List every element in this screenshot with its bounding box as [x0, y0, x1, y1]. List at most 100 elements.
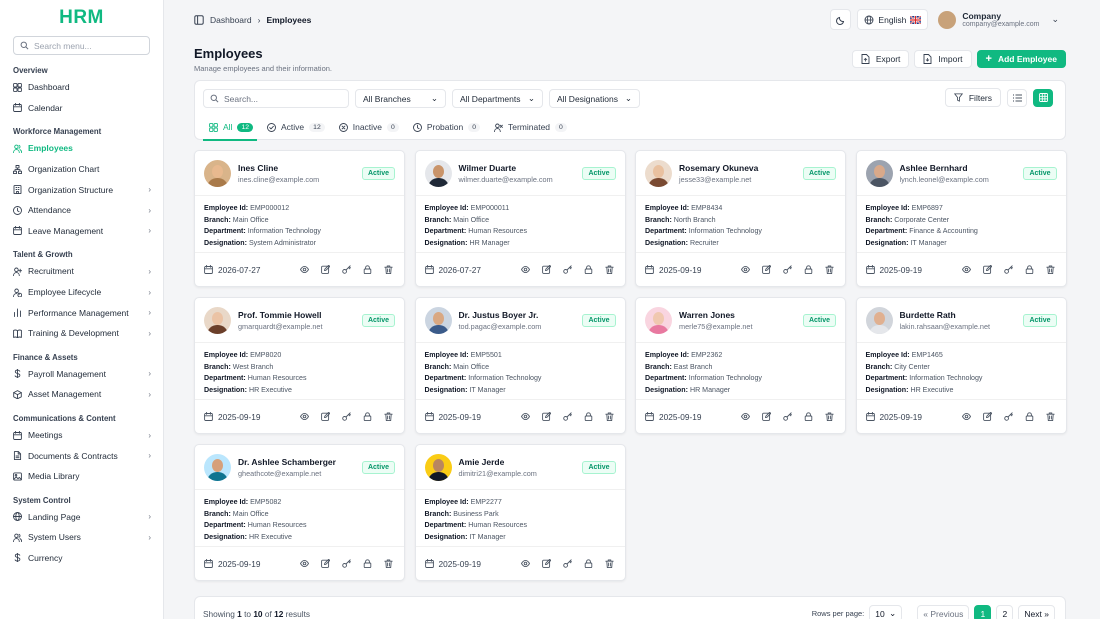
lock-icon[interactable] — [361, 410, 374, 423]
eye-icon[interactable] — [739, 263, 752, 276]
lock-icon[interactable] — [361, 557, 374, 570]
trash-icon[interactable] — [603, 263, 616, 276]
user-menu[interactable]: Company company@example.com ⌄ — [938, 10, 1059, 29]
branch-select[interactable]: All Branches ⌄ — [355, 89, 446, 108]
page-1-button[interactable]: 1 — [974, 605, 992, 619]
employee-name[interactable]: Amie Jerde — [459, 457, 537, 467]
edit-icon[interactable] — [540, 557, 553, 570]
employee-name[interactable]: Ashlee Bernhard — [900, 163, 989, 173]
eye-icon[interactable] — [960, 263, 973, 276]
sidebar-item-recruitment[interactable]: Recruitment › — [0, 261, 163, 282]
sidebar-item-leave-management[interactable]: Leave Management › — [0, 221, 163, 242]
key-icon[interactable] — [781, 263, 794, 276]
employee-name[interactable]: Ines Cline — [238, 163, 319, 173]
next-page-button[interactable]: Next » — [1018, 605, 1055, 619]
edit-icon[interactable] — [319, 263, 332, 276]
employee-name[interactable]: Warren Jones — [679, 310, 753, 320]
sidebar-item-landing-page[interactable]: Landing Page › — [0, 507, 163, 528]
employee-card[interactable]: Warren Jones merle75@example.net Active … — [635, 297, 846, 434]
tab-inactive[interactable]: Inactive 0 — [338, 117, 399, 137]
list-view-button[interactable] — [1007, 88, 1027, 107]
eye-icon[interactable] — [519, 263, 532, 276]
trash-icon[interactable] — [1044, 263, 1057, 276]
key-icon[interactable] — [1002, 410, 1015, 423]
sidebar-item-performance-management[interactable]: Performance Management › — [0, 302, 163, 323]
employee-name[interactable]: Dr. Ashlee Schamberger — [238, 457, 336, 467]
employee-card[interactable]: Dr. Ashlee Schamberger gheathcote@exampl… — [194, 444, 405, 581]
employee-card[interactable]: Prof. Tommie Howell gmarquardt@example.n… — [194, 297, 405, 434]
edit-icon[interactable] — [319, 557, 332, 570]
theme-toggle-button[interactable] — [830, 9, 852, 30]
employee-name[interactable]: Dr. Justus Boyer Jr. — [459, 310, 542, 320]
edit-icon[interactable] — [540, 410, 553, 423]
sidebar-search-input[interactable]: Search menu... — [13, 36, 150, 55]
lock-icon[interactable] — [1023, 263, 1036, 276]
employee-card[interactable]: Amie Jerde dimitri21@example.com Active … — [414, 444, 626, 581]
eye-icon[interactable] — [298, 557, 311, 570]
edit-icon[interactable] — [981, 263, 994, 276]
employee-name[interactable]: Rosemary Okuneva — [679, 163, 758, 173]
tab-all[interactable]: All 12 — [202, 117, 258, 141]
sidebar-toggle-icon[interactable] — [194, 15, 204, 25]
designation-select[interactable]: All Designations ⌄ — [549, 89, 640, 108]
key-icon[interactable] — [340, 410, 353, 423]
trash-icon[interactable] — [382, 557, 395, 570]
sidebar-item-asset-management[interactable]: Asset Management › — [0, 384, 163, 405]
employee-name[interactable]: Prof. Tommie Howell — [238, 310, 322, 320]
key-icon[interactable] — [340, 557, 353, 570]
tab-probation[interactable]: Probation 0 — [412, 117, 480, 137]
eye-icon[interactable] — [519, 410, 532, 423]
sidebar-item-payroll-management[interactable]: Payroll Management › — [0, 364, 163, 385]
trash-icon[interactable] — [382, 263, 395, 276]
employee-card[interactable]: Ashlee Bernhard lynch.leonel@example.com… — [855, 150, 1067, 287]
employee-name[interactable]: Wilmer Duarte — [459, 163, 553, 173]
key-icon[interactable] — [561, 557, 574, 570]
edit-icon[interactable] — [760, 263, 773, 276]
sidebar-item-employees[interactable]: Employees — [0, 138, 163, 159]
key-icon[interactable] — [340, 263, 353, 276]
lock-icon[interactable] — [802, 410, 815, 423]
eye-icon[interactable] — [298, 263, 311, 276]
sidebar-item-organization-chart[interactable]: Organization Chart — [0, 159, 163, 180]
sidebar-item-meetings[interactable]: Meetings › — [0, 425, 163, 446]
edit-icon[interactable] — [760, 410, 773, 423]
lock-icon[interactable] — [582, 557, 595, 570]
sidebar-item-organization-structure[interactable]: Organization Structure › — [0, 179, 163, 200]
grid-view-button[interactable] — [1033, 88, 1053, 107]
key-icon[interactable] — [561, 410, 574, 423]
department-select[interactable]: All Departments ⌄ — [452, 89, 543, 108]
sidebar-item-attendance[interactable]: Attendance › — [0, 200, 163, 221]
eye-icon[interactable] — [298, 410, 311, 423]
sidebar-item-training-development[interactable]: Training & Development › — [0, 323, 163, 344]
trash-icon[interactable] — [603, 557, 616, 570]
language-selector[interactable]: English — [857, 9, 929, 30]
key-icon[interactable] — [1002, 263, 1015, 276]
trash-icon[interactable] — [382, 410, 395, 423]
employee-search-input[interactable]: Search... — [203, 89, 349, 108]
sidebar-item-dashboard[interactable]: Dashboard — [0, 77, 163, 98]
lock-icon[interactable] — [1023, 410, 1036, 423]
filters-button[interactable]: Filters — [944, 88, 1001, 107]
sidebar-item-currency[interactable]: Currency — [0, 548, 163, 569]
employee-card[interactable]: Burdette Rath lakin.rahsaan@example.net … — [855, 297, 1067, 434]
employee-card[interactable]: Rosemary Okuneva jesse33@example.net Act… — [635, 150, 846, 287]
sidebar-item-media-library[interactable]: Media Library — [0, 466, 163, 487]
employee-name[interactable]: Burdette Rath — [900, 310, 991, 320]
eye-icon[interactable] — [960, 410, 973, 423]
app-logo[interactable]: HRM — [0, 0, 163, 36]
trash-icon[interactable] — [1044, 410, 1057, 423]
sidebar-item-calendar[interactable]: Calendar — [0, 98, 163, 119]
previous-page-button[interactable]: « Previous — [917, 605, 970, 619]
export-button[interactable]: Export — [851, 50, 910, 68]
import-button[interactable]: Import — [914, 50, 972, 68]
sidebar-item-employee-lifecycle[interactable]: Employee Lifecycle › — [0, 282, 163, 303]
lock-icon[interactable] — [361, 263, 374, 276]
lock-icon[interactable] — [582, 410, 595, 423]
employee-card[interactable]: Wilmer Duarte wilmer.duarte@example.com … — [414, 150, 626, 287]
trash-icon[interactable] — [823, 410, 836, 423]
lock-icon[interactable] — [802, 263, 815, 276]
eye-icon[interactable] — [739, 410, 752, 423]
add-employee-button[interactable]: + Add Employee — [976, 50, 1066, 68]
rows-per-page-select[interactable]: 10 ⌄ — [869, 605, 903, 619]
key-icon[interactable] — [561, 263, 574, 276]
